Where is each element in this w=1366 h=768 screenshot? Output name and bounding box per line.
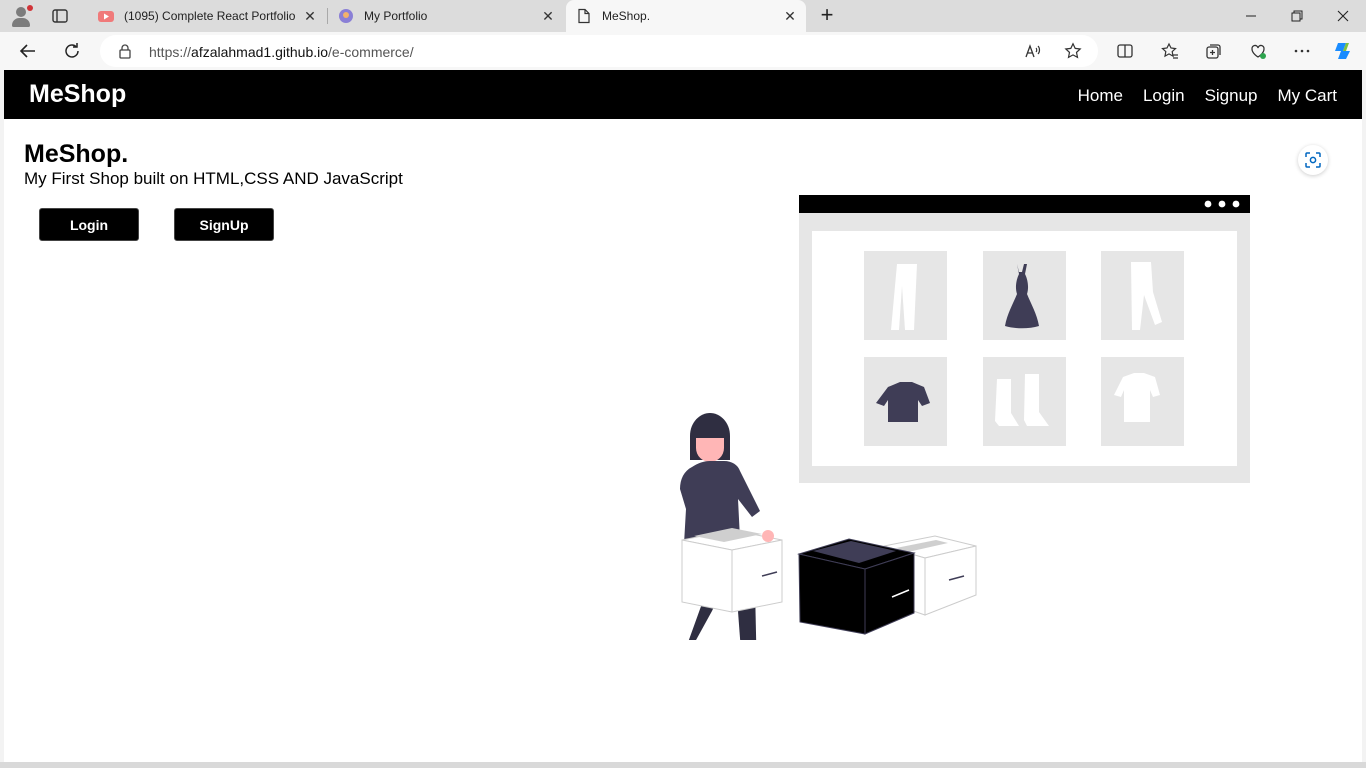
close-tab-icon[interactable]: ✕ [782,8,798,24]
tab-title: (1095) Complete React Portfolio [124,9,296,23]
nav-signup-link[interactable]: Signup [1205,86,1258,106]
read-aloud-icon[interactable] [1021,39,1045,63]
back-icon[interactable] [16,39,40,63]
favorite-star-icon[interactable] [1061,39,1085,63]
nav-cart-link[interactable]: My Cart [1278,86,1338,106]
favorites-icon[interactable] [1158,39,1182,63]
more-options-icon[interactable] [1290,39,1314,63]
login-button[interactable]: Login [39,208,139,241]
close-tab-icon[interactable]: ✕ [540,8,556,24]
close-window-icon[interactable] [1320,0,1366,32]
close-tab-icon[interactable]: ✕ [302,8,318,24]
url-text[interactable]: https://afzalahmad1.github.io/e-commerce… [149,44,414,60]
restore-icon[interactable] [1274,0,1320,32]
nav-links: Home Login Signup My Cart [1078,86,1337,106]
tab-youtube[interactable]: (1095) Complete React Portfolio ✕ [88,0,326,32]
window-bottom-edge [0,762,1366,768]
lock-icon[interactable] [118,43,132,64]
portfolio-icon [338,8,354,24]
youtube-icon [98,8,114,24]
signup-button[interactable]: SignUp [174,208,274,241]
tab-actions-icon[interactable] [50,6,70,26]
hero-title: MeShop. [24,140,129,168]
tab-meshop[interactable]: MeShop. ✕ [566,0,806,32]
site-navbar: MeShop Home Login Signup My Cart [4,70,1362,119]
browser-essentials-icon[interactable] [1246,39,1270,63]
minimize-icon[interactable] [1228,0,1274,32]
page-viewport: MeShop Home Login Signup My Cart MeShop.… [4,70,1362,762]
nav-login-link[interactable]: Login [1143,86,1185,106]
shopping-illustration [680,195,1250,640]
tab-portfolio[interactable]: My Portfolio ✕ [328,0,564,32]
hero-subtitle: My First Shop built on HTML,CSS AND Java… [24,169,403,188]
woman-graphic [680,413,783,640]
refresh-icon[interactable] [60,39,84,63]
tab-strip: (1095) Complete React Portfolio ✕ My Por… [0,0,1366,32]
tab-title: MeShop. [602,9,651,23]
shop-window-graphic [799,195,1250,483]
page-icon [576,8,592,24]
nav-home-link[interactable]: Home [1078,86,1123,106]
boxes-graphic [797,535,977,635]
visual-search-icon[interactable] [1298,145,1328,175]
profile-icon[interactable] [10,5,33,27]
new-tab-icon[interactable]: + [815,4,839,28]
browser-toolbar: https://afzalahmad1.github.io/e-commerce… [0,32,1366,70]
address-bar[interactable]: https://afzalahmad1.github.io/e-commerce… [100,35,1098,67]
collections-icon[interactable] [1202,39,1226,63]
copilot-icon[interactable] [1331,39,1355,63]
site-brand[interactable]: MeShop [29,80,126,109]
tab-title: My Portfolio [364,9,428,23]
split-screen-icon[interactable] [1113,39,1137,63]
